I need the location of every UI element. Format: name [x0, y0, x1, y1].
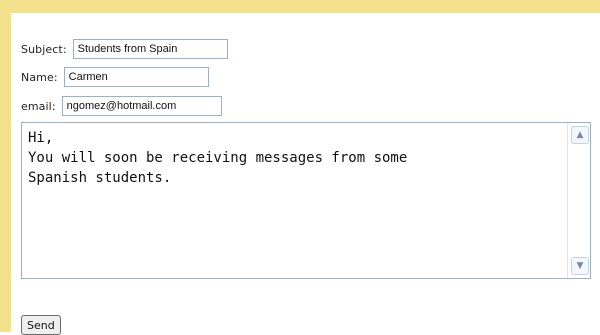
email-row: email:: [21, 94, 222, 118]
email-label: email:: [21, 99, 56, 113]
subject-row: Subject:: [21, 37, 228, 61]
subject-label: Subject:: [21, 42, 67, 56]
name-row: Name:: [21, 65, 209, 89]
message-text: Hi, You will soon be receiving messages …: [28, 130, 408, 186]
top-border-band: [0, 0, 600, 13]
left-border-band: [0, 0, 11, 332]
subject-input[interactable]: [72, 39, 228, 59]
name-label: Name:: [21, 70, 58, 84]
message-textarea[interactable]: Hi, You will soon be receiving messages …: [21, 122, 591, 279]
chevron-up-icon: ▲: [576, 130, 584, 140]
send-button[interactable]: Send: [21, 315, 61, 335]
scroll-down-button[interactable]: ▼: [571, 257, 589, 275]
name-input[interactable]: [63, 67, 209, 87]
chevron-down-icon: ▼: [576, 261, 584, 271]
textarea-scrollbar[interactable]: ▲ ▼: [567, 123, 590, 278]
scroll-up-button[interactable]: ▲: [571, 126, 589, 144]
email-form-panel: Subject: Name: email: Hi, You will soon …: [11, 13, 600, 335]
email-input[interactable]: [61, 96, 222, 116]
